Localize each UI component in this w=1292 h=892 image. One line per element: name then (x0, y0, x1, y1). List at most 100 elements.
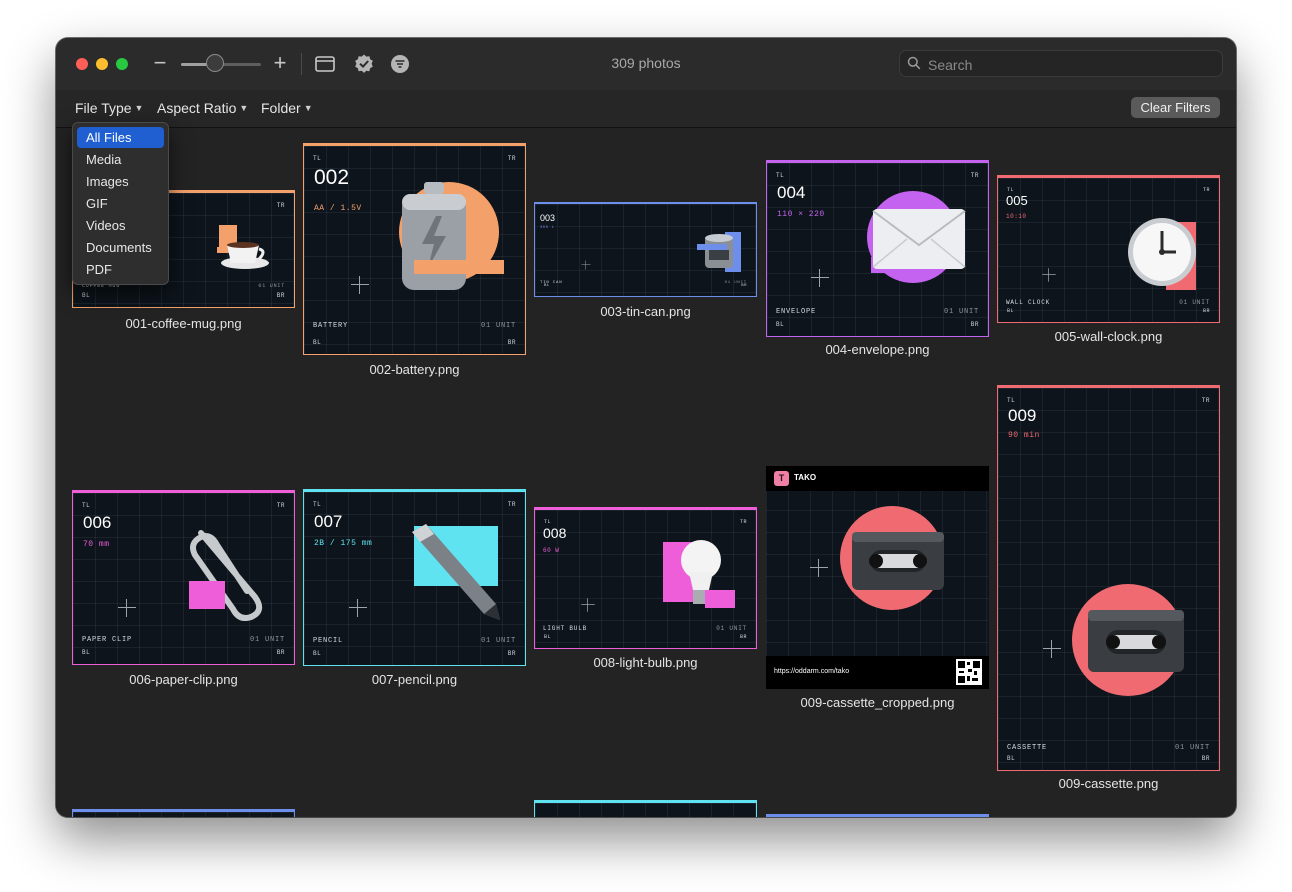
photo-filename: 001-coffee-mug.png (125, 316, 242, 331)
menu-item-gif[interactable]: GIF (77, 193, 164, 214)
corner-mark: TR (507, 501, 516, 508)
corner-mark: TR (739, 519, 747, 525)
photo-grid: TR BL BR COFFEE MUG 01 UNIT 001-coffee-m… (56, 128, 1236, 817)
file-type-filter-label: File Type (75, 100, 132, 116)
file-type-filter[interactable]: File Type ▼ (75, 100, 143, 116)
window-title: 309 photos (611, 55, 681, 71)
photo-thumbnail[interactable] (72, 809, 295, 817)
brand-header: T TAKO (766, 466, 989, 491)
zoom-slider-thumb[interactable] (205, 54, 224, 72)
battery-icon (399, 182, 504, 290)
thumb-unit: 01 UNIT (480, 637, 516, 645)
menu-item-videos[interactable]: Videos (77, 215, 164, 236)
photo-thumbnail[interactable]: TL TR BL BR 009 90 min CASSETTE 01 UNIT (997, 385, 1220, 771)
photo-thumbnail[interactable]: BL BR 003 355 L TIN CAN 01 UNIT (534, 202, 757, 297)
thumb-label: LIGHT BULB (543, 625, 588, 632)
file-type-menu: All Files Media Images GIF Videos Docume… (72, 122, 169, 285)
thumb-spec: 70 mm (83, 540, 110, 549)
thumb-unit: 01 UNIT (480, 322, 516, 330)
search-field[interactable] (899, 50, 1223, 77)
chevron-down-icon: ▼ (303, 103, 313, 113)
thumb-number: 002 (314, 166, 350, 189)
minimize-window-button[interactable] (96, 58, 108, 70)
toolbar-divider (301, 53, 302, 75)
zoom-out-icon[interactable]: − (150, 52, 170, 74)
photo-filename: 005-wall-clock.png (1054, 329, 1163, 344)
thumb-unit: 01 UNIT (943, 308, 979, 316)
corner-mark: BL (313, 339, 322, 346)
corner-mark: TR (507, 155, 516, 162)
filter-bar: File Type ▼ Aspect Ratio ▼ Folder ▼ Clear F… (56, 90, 1236, 128)
corner-mark: TR (276, 202, 285, 209)
thumb-unit: 01 UNIT (724, 281, 747, 285)
menu-item-pdf[interactable]: PDF (77, 259, 164, 280)
window-layout-icon[interactable] (313, 52, 337, 76)
photo-filename: 002-battery.png (369, 362, 460, 377)
thumb-label: PENCIL (313, 637, 344, 645)
menu-item-media[interactable]: Media (77, 149, 164, 170)
photo-thumbnail[interactable] (534, 800, 757, 817)
photo-filename: 003-tin-can.png (600, 304, 691, 319)
close-window-button[interactable] (76, 58, 88, 70)
photo-filename: 004-envelope.png (825, 342, 930, 357)
thumb-label: CASSETTE (1007, 744, 1048, 752)
corner-mark: TR (1202, 187, 1210, 193)
photo-thumbnail[interactable]: TL TR BL BR 006 70 mm PAPER CLIP 01 UNIT (72, 490, 295, 665)
corner-mark: TL (313, 501, 322, 508)
light-bulb-icon (663, 540, 735, 608)
photo-filename: 008-light-bulb.png (593, 655, 698, 670)
zoom-window-button[interactable] (116, 58, 128, 70)
brand-name: TAKO (794, 473, 817, 482)
photo-thumbnail[interactable]: TL TR BL BR 002 AA / 1.5V BATTERY 01 UNI… (303, 143, 526, 355)
zoom-in-icon[interactable]: + (270, 52, 290, 74)
menu-item-documents[interactable]: Documents (77, 237, 164, 258)
folder-filter-label: Folder (261, 100, 301, 116)
envelope-icon (867, 191, 966, 283)
search-input[interactable] (926, 53, 1220, 76)
thumb-spec: 60 W (543, 547, 560, 554)
photo-thumbnail[interactable] (766, 814, 989, 817)
corner-mark: TR (970, 172, 979, 179)
corner-mark: TR (1201, 397, 1210, 404)
photo-thumbnail[interactable]: TL TR BL BR 008 60 W LIGHT BULB 01 UNIT (534, 507, 757, 649)
paper-clip-icon (189, 530, 263, 621)
crosshair-mark (349, 599, 367, 617)
folder-filter[interactable]: Folder ▼ (261, 100, 313, 116)
thumb-number: 006 (83, 513, 112, 532)
thumb-number: 003 (540, 213, 556, 223)
thumb-spec: 110 × 220 (777, 210, 825, 219)
thumb-spec: 90 min (1008, 431, 1040, 440)
thumb-label: ENVELOPE (776, 308, 817, 316)
crosshair-mark (811, 269, 829, 287)
photo-thumbnail[interactable]: TL TR BL BR 004 110 × 220 ENVELOPE 01 UN… (766, 160, 989, 337)
thumb-label: TIN CAN (540, 281, 563, 285)
menu-item-all-files[interactable]: All Files (77, 127, 164, 148)
verified-badge-icon[interactable] (352, 52, 376, 76)
corner-mark: BR (1202, 308, 1210, 314)
thumb-spec: 355 L (540, 226, 555, 230)
thumb-unit: 01 UNIT (258, 283, 285, 289)
filter-icon[interactable] (388, 52, 412, 76)
thumb-label: BATTERY (313, 322, 349, 330)
corner-mark: BL (1007, 755, 1016, 762)
crosshair-mark (1043, 640, 1061, 658)
menu-item-images[interactable]: Images (77, 171, 164, 192)
thumb-label: WALL CLOCK (1006, 299, 1051, 306)
clear-filters-button[interactable]: Clear Filters (1131, 97, 1220, 118)
corner-mark: TL (776, 172, 785, 179)
brand-footer: https://oddarm.com/tako (766, 656, 989, 689)
photo-thumbnail[interactable]: TL TR BL BR 005 10:10 WALL CLOCK 01 UNIT (997, 175, 1220, 323)
thumb-label: PAPER CLIP (82, 636, 133, 644)
corner-mark: BR (1201, 755, 1210, 762)
wall-clock-icon (1128, 218, 1196, 290)
thumb-unit: 01 UNIT (1179, 299, 1210, 306)
corner-mark: BL (776, 321, 785, 328)
pencil-icon (412, 524, 500, 620)
thumb-spec: 2B / 175 mm (314, 539, 373, 548)
title-bar: − + 309 photos (56, 38, 1236, 90)
photo-thumbnail[interactable]: T TAKO https://oddarm.com/tako (766, 466, 989, 689)
photo-thumbnail[interactable]: TL TR BL BR 007 2B / 175 mm PENCIL 01 UN… (303, 489, 526, 666)
aspect-ratio-filter[interactable]: Aspect Ratio ▼ (157, 100, 248, 116)
corner-mark: BR (507, 339, 516, 346)
photo-filename: 009-cassette.png (1058, 776, 1159, 791)
